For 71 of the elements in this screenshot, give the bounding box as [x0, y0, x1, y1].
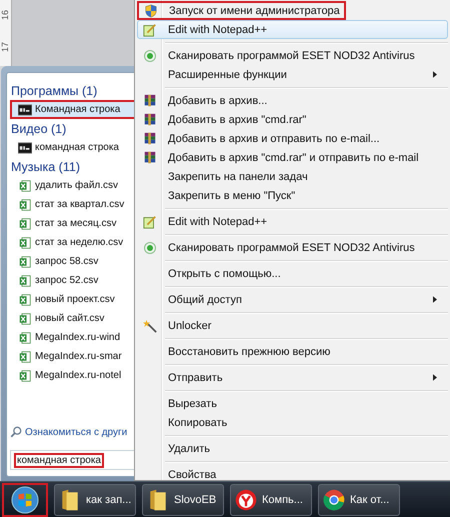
result-item[interactable]: новый сайт.csv: [10, 309, 139, 328]
books-icon: [143, 94, 157, 108]
menu-item[interactable]: Запуск от имени администратора: [137, 1, 346, 20]
menu-item[interactable]: Закрепить на панели задач: [137, 167, 448, 186]
spreadsheet-icon: [18, 236, 32, 248]
submenu-arrow-icon: [433, 296, 437, 303]
menu-item[interactable]: Сканировать программой ESET NOD32 Antivirus: [137, 238, 448, 257]
taskbar-button[interactable]: Компь...: [230, 484, 312, 516]
result-item[interactable]: стат за месяц.csv: [10, 214, 139, 233]
console-icon: [18, 104, 32, 116]
spreadsheet-icon: [18, 370, 32, 382]
spreadsheet-icon: [18, 274, 32, 286]
windows-logo-icon: [11, 486, 39, 514]
result-item[interactable]: запрос 58.csv: [10, 252, 139, 271]
menu-item[interactable]: Добавить в архив "cmd.rar" и отправить по e-mail: [137, 148, 448, 167]
menu-item[interactable]: Копировать: [137, 413, 448, 432]
notepad-icon: [143, 214, 157, 228]
chrome-icon: [323, 488, 345, 512]
books-icon: [143, 150, 157, 164]
menu-item[interactable]: Edit with Notepad++: [137, 20, 448, 39]
radio-dot-icon: [143, 48, 157, 62]
result-item[interactable]: MegaIndex.ru-smar: [10, 347, 139, 366]
start-button[interactable]: [2, 482, 48, 516]
menu-item[interactable]: Вырезать: [137, 394, 448, 413]
menu-item[interactable]: Закрепить в меню "Пуск": [137, 186, 448, 205]
menu-item[interactable]: Edit with Notepad++: [137, 212, 448, 231]
menu-item[interactable]: Отправить: [137, 368, 448, 387]
see-more-link[interactable]: Ознакомиться с други: [10, 424, 140, 444]
menu-item[interactable]: Открыть с помощью...: [137, 264, 448, 283]
spreadsheet-icon: [18, 198, 32, 210]
spreadsheet-icon: [18, 294, 32, 306]
spreadsheet-icon: [18, 332, 32, 344]
books-icon: [143, 112, 157, 126]
spreadsheet-icon: [18, 180, 32, 192]
ruler-number: 17: [0, 42, 10, 52]
result-item[interactable]: командная строка: [10, 138, 139, 157]
spreadsheet-icon: [18, 218, 32, 230]
submenu-arrow-icon: [433, 374, 437, 381]
wand-icon: [143, 318, 157, 332]
menu-item[interactable]: Общий доступ: [137, 290, 448, 309]
spreadsheet-icon: [18, 312, 32, 324]
taskbar-button[interactable]: SlovoEB: [142, 484, 224, 516]
menu-item[interactable]: Unlocker: [137, 316, 448, 335]
menu-item[interactable]: Удалить: [137, 439, 448, 458]
shield-icon: [144, 4, 158, 18]
menu-item[interactable]: Восстановить прежнюю версию: [137, 342, 448, 361]
spreadsheet-icon: [18, 350, 32, 362]
result-item[interactable]: стат за неделю.csv: [10, 233, 139, 252]
menu-item[interactable]: Расширенные функции: [137, 65, 448, 84]
menu-item[interactable]: Добавить в архив и отправить по e-mail...: [137, 129, 448, 148]
menu-item[interactable]: Свойства: [137, 465, 448, 484]
books-icon: [143, 132, 157, 146]
notepad-icon: [143, 22, 157, 36]
taskbar-button[interactable]: как зап...: [54, 484, 136, 516]
browser-icon: [235, 488, 257, 512]
result-item[interactable]: запрос 52.csv: [10, 271, 139, 290]
submenu-arrow-icon: [433, 71, 437, 78]
menu-item[interactable]: Добавить в архив...: [137, 91, 448, 110]
menu-item[interactable]: Добавить в архив "cmd.rar": [137, 110, 448, 129]
ruler-number: 16: [0, 10, 10, 20]
radio-dot-icon: [143, 240, 157, 254]
result-item[interactable]: новый проект.csv: [10, 290, 139, 309]
result-item[interactable]: MegaIndex.ru-notel: [10, 366, 139, 385]
console-icon: [18, 142, 32, 154]
result-item[interactable]: стат за квартал.csv: [10, 195, 139, 214]
result-item[interactable]: удалить файл.csv: [10, 176, 139, 195]
menu-item[interactable]: Сканировать программой ESET NOD32 Antivirus: [137, 46, 448, 65]
search-icon: [10, 426, 22, 438]
taskbar-button[interactable]: Как от...: [318, 484, 400, 516]
spreadsheet-icon: [18, 256, 32, 268]
result-item[interactable]: MegaIndex.ru-wind: [10, 328, 139, 347]
